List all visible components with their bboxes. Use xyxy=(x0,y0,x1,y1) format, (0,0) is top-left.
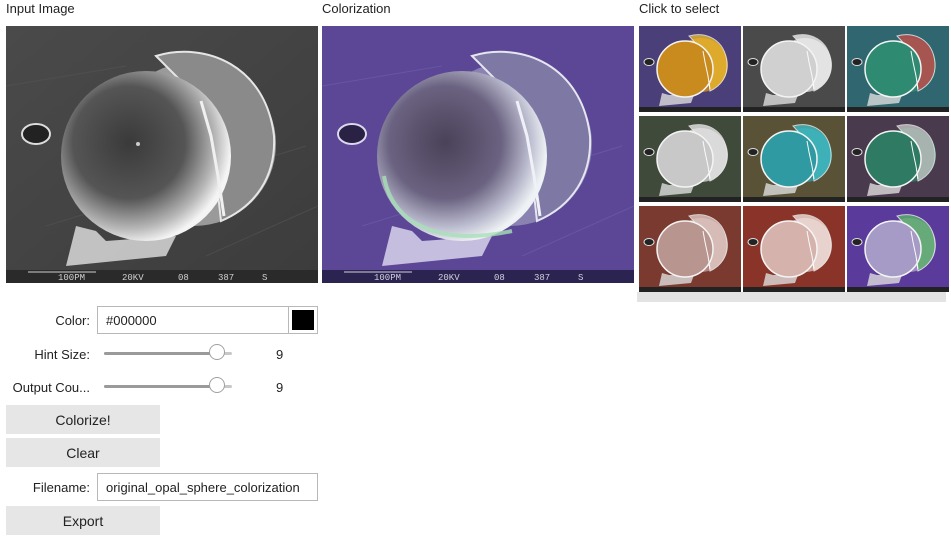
colorized-caption-letter: S xyxy=(578,273,583,283)
input-caption-voltage: 20KV xyxy=(122,273,144,283)
click-to-select-heading: Click to select xyxy=(639,1,720,16)
export-button[interactable]: Export xyxy=(6,506,160,535)
colorization-option-4[interactable] xyxy=(639,116,741,202)
colorization-image: 100PM 20KV 08 387 S xyxy=(322,26,634,283)
colorization-option-8[interactable] xyxy=(743,206,845,292)
hint-size-slider[interactable] xyxy=(104,344,232,360)
colorized-caption-scale: 100PM xyxy=(374,273,401,283)
colorization-option-2[interactable] xyxy=(743,26,845,112)
input-image[interactable]: 100PM 20KV 08 387 S xyxy=(6,26,318,283)
input-caption-number: 387 xyxy=(218,273,234,283)
colorized-caption-voltage: 20KV xyxy=(438,273,460,283)
hint-size-handle[interactable] xyxy=(208,344,225,360)
output-count-value: 9 xyxy=(276,380,284,395)
thumbnail-scrollbar[interactable] xyxy=(637,292,946,302)
colorization-option-9[interactable] xyxy=(847,206,949,292)
colorized-caption-code: 08 xyxy=(494,273,505,283)
input-caption-code: 08 xyxy=(178,273,189,283)
colorize-button[interactable]: Colorize! xyxy=(6,405,160,434)
color-swatch-button[interactable] xyxy=(288,306,318,334)
output-count-label: Output Cou... xyxy=(12,380,90,395)
filename-label: Filename: xyxy=(32,480,90,495)
color-swatch-fill xyxy=(292,310,314,330)
input-caption-letter: S xyxy=(262,273,267,283)
hint-size-value: 9 xyxy=(276,347,284,362)
colorization-option-7[interactable] xyxy=(639,206,741,292)
hint-size-label: Hint Size: xyxy=(34,347,90,362)
color-input[interactable] xyxy=(97,306,289,334)
colorization-option-6[interactable] xyxy=(847,116,949,202)
input-image-heading: Input Image xyxy=(6,1,75,16)
input-caption-scale: 100PM xyxy=(58,273,85,283)
clear-button[interactable]: Clear xyxy=(6,438,160,467)
colorization-option-5[interactable] xyxy=(743,116,845,202)
colorization-heading: Colorization xyxy=(322,1,391,16)
hint-size-track-fill xyxy=(104,352,217,355)
output-count-slider[interactable] xyxy=(104,377,232,393)
colorized-caption-number: 387 xyxy=(534,273,550,283)
colorization-option-1[interactable] xyxy=(639,26,741,112)
colorization-option-3[interactable] xyxy=(847,26,949,112)
output-count-handle[interactable] xyxy=(208,377,225,393)
output-count-track-fill xyxy=(104,385,217,388)
filename-input[interactable] xyxy=(97,473,318,501)
color-label: Color: xyxy=(55,313,90,328)
